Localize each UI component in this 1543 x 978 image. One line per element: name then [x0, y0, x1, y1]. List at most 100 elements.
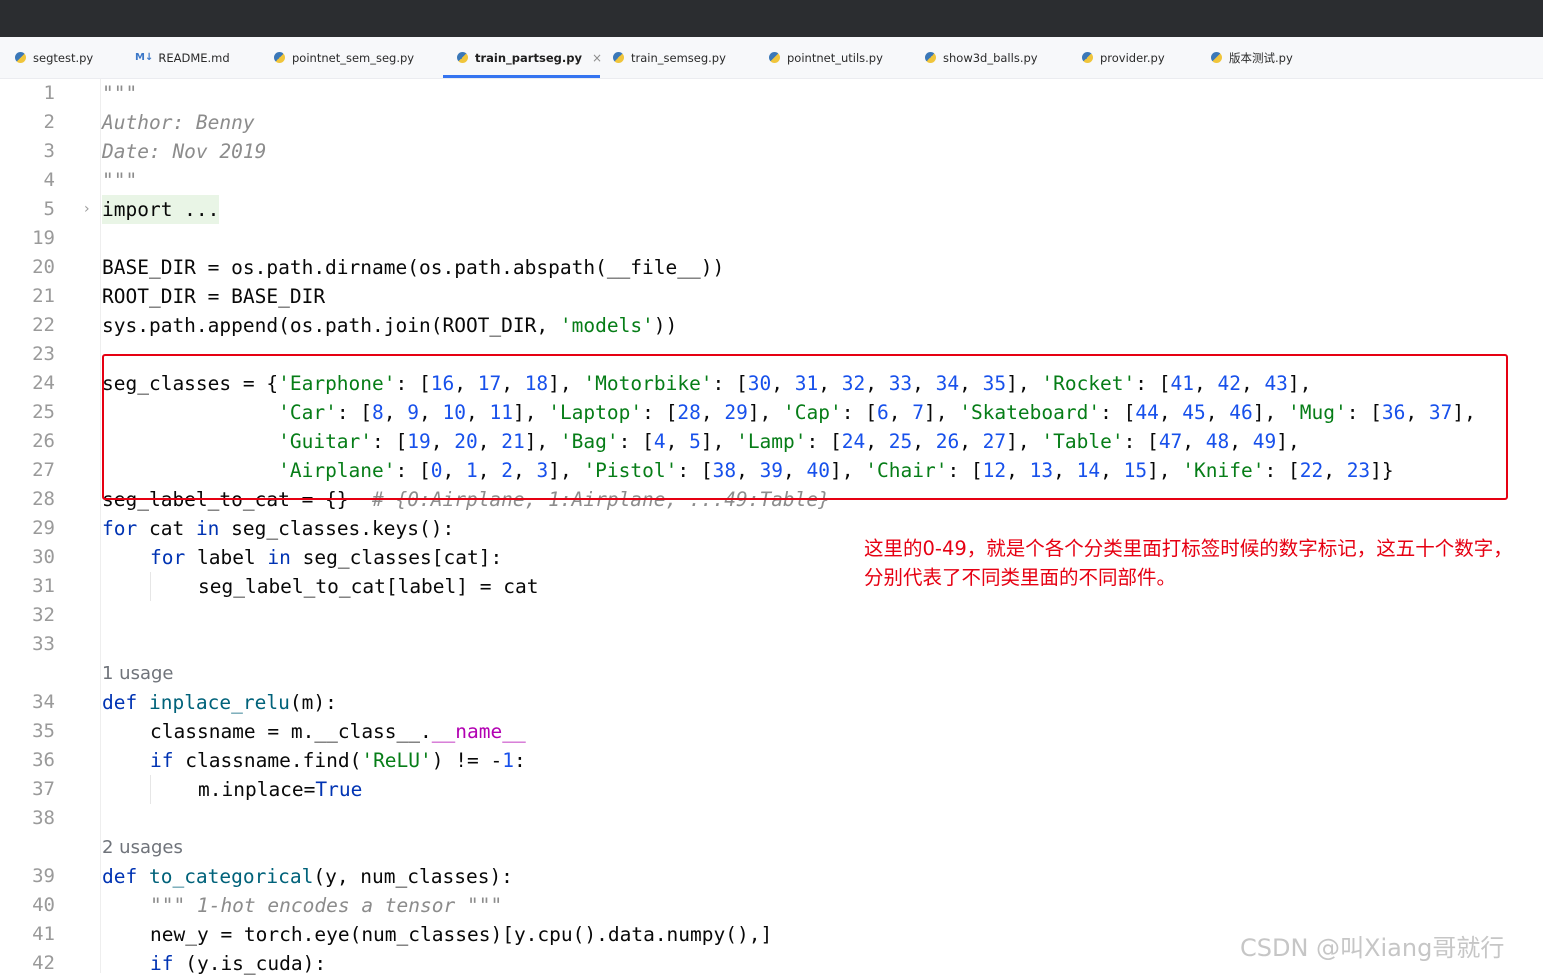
- code-text: new_y = torch.eye(num_classes)[y.cpu().d…: [150, 923, 773, 946]
- tab-segtest[interactable]: segtest.py: [15, 37, 93, 78]
- code-text: ROOT_DIR = BASE_DIR: [102, 285, 326, 308]
- code-text: Author: Benny: [102, 111, 255, 134]
- code-line: 40 """ 1-hot encodes a tensor """: [0, 891, 1543, 920]
- python-file-icon: [457, 52, 468, 63]
- code-line: 35 classname = m.__class__.__name__: [0, 717, 1543, 746]
- folded-imports[interactable]: import ...: [102, 195, 220, 224]
- line-number: 19: [32, 227, 55, 249]
- code-text: """: [102, 82, 138, 105]
- python-file-icon: [274, 52, 285, 63]
- code-line: 39 def to_categorical(y, num_classes):: [0, 862, 1543, 891]
- code-line: 21 ROOT_DIR = BASE_DIR: [0, 282, 1543, 311]
- code-line: 2 Author: Benny: [0, 108, 1543, 137]
- tab-pointnet-utils[interactable]: pointnet_utils.py: [769, 37, 883, 78]
- code-text: Date: Nov 2019: [102, 140, 267, 163]
- code-line: 22 sys.path.append(os.path.join(ROOT_DIR,…: [0, 311, 1543, 340]
- code-editor[interactable]: 1 """ 2 Author: Benny 3 Date: Nov 2019 4 """…: [0, 79, 1543, 975]
- code-text: def to_categorical(y, num_classes):: [102, 865, 513, 888]
- markdown-file-icon: M↓: [135, 52, 154, 63]
- python-file-icon: [15, 52, 26, 63]
- code-line: 3 Date: Nov 2019: [0, 137, 1543, 166]
- tab-train-semseg[interactable]: train_semseg.py: [613, 37, 726, 78]
- tab-label: 版本测试.py: [1229, 50, 1293, 65]
- line-number: 28: [32, 488, 55, 510]
- editor-tab-bar: segtest.py M↓ README.md pointnet_sem_seg.…: [0, 37, 1543, 79]
- line-number: 37: [32, 778, 55, 800]
- code-line: 34 def inplace_relu(m):: [0, 688, 1543, 717]
- line-number: 41: [32, 923, 55, 945]
- code-text: for cat in seg_classes.keys():: [102, 517, 455, 540]
- line-number: 27: [32, 459, 55, 481]
- tab-show3d-balls[interactable]: show3d_balls.py: [925, 37, 1038, 78]
- tab-label: segtest.py: [33, 50, 94, 65]
- code-text: sys.path.append(os.path.join(ROOT_DIR, '…: [102, 314, 678, 337]
- fold-arrow-icon[interactable]: ›: [84, 195, 90, 224]
- code-line: 33: [0, 630, 1543, 659]
- tab-label: train_partseg.py: [475, 50, 582, 65]
- tab-label: train_semseg.py: [631, 50, 726, 65]
- line-number: 20: [32, 256, 55, 278]
- tab-provider[interactable]: provider.py: [1082, 37, 1165, 78]
- tab-pointnet-sem-seg[interactable]: pointnet_sem_seg.py: [274, 37, 414, 78]
- code-text: """ 1-hot encodes a tensor """: [150, 894, 503, 917]
- tab-label: pointnet_utils.py: [787, 50, 883, 65]
- usage-hint[interactable]: 1 usage: [102, 659, 174, 688]
- usage-hint[interactable]: 2 usages: [102, 833, 183, 862]
- active-tab-indicator: [443, 75, 600, 78]
- code-text: BASE_DIR = os.path.dirname(os.path.abspa…: [102, 256, 725, 279]
- line-number: 5: [43, 198, 55, 220]
- tab-label: pointnet_sem_seg.py: [292, 50, 415, 65]
- tab-label: show3d_balls.py: [943, 50, 1038, 65]
- line-number: 25: [32, 401, 55, 423]
- indent-guide: [150, 775, 151, 804]
- line-number: 23: [32, 343, 55, 365]
- line-number: 35: [32, 720, 55, 742]
- line-number: 31: [32, 575, 55, 597]
- window-title-bar: [0, 0, 1543, 37]
- line-number: 1: [43, 82, 55, 104]
- code-text: if (y.is_cuda):: [150, 952, 327, 975]
- line-number: 26: [32, 430, 55, 452]
- indent-guide: [150, 572, 151, 601]
- line-number: 29: [32, 517, 55, 539]
- code-line: 36 if classname.find('ReLU') != -1:: [0, 746, 1543, 775]
- code-text: m.inplace=True: [198, 778, 363, 801]
- line-number: 40: [32, 894, 55, 916]
- highlight-box: [102, 354, 1508, 500]
- line-number: 3: [43, 140, 55, 162]
- tab-version-test[interactable]: 版本测试.py: [1211, 37, 1293, 78]
- tab-train-partseg[interactable]: train_partseg.py ×: [457, 37, 602, 78]
- annotation-note: 这里的0-49，就是个各个分类里面打标签时候的数字标记，这五十个数字，分别代表了…: [864, 537, 1513, 589]
- code-text: classname = m.__class__.__name__: [150, 720, 526, 743]
- line-number: 34: [32, 691, 55, 713]
- python-file-icon: [925, 52, 936, 63]
- code-line: 19: [0, 224, 1543, 253]
- code-line: 5 › import ...: [0, 195, 1543, 224]
- code-line: 20 BASE_DIR = os.path.dirname(os.path.abs…: [0, 253, 1543, 282]
- python-file-icon: [1211, 52, 1222, 63]
- line-number: 2: [43, 111, 55, 133]
- code-text: for label in seg_classes[cat]:: [150, 546, 503, 569]
- line-number: 21: [32, 285, 55, 307]
- code-text: if classname.find('ReLU') != -1:: [150, 749, 526, 772]
- line-number: 39: [32, 865, 55, 887]
- line-number: 32: [32, 604, 55, 626]
- watermark: CSDN @叫Xiang哥就行: [1240, 934, 1505, 962]
- python-file-icon: [613, 52, 624, 63]
- line-number: 33: [32, 633, 55, 655]
- line-number: 24: [32, 372, 55, 394]
- code-text: """: [102, 169, 138, 192]
- line-number: 22: [32, 314, 55, 336]
- tab-label: provider.py: [1100, 50, 1165, 65]
- code-text: def inplace_relu(m):: [102, 691, 337, 714]
- code-line: 4 """: [0, 166, 1543, 195]
- close-icon[interactable]: ×: [592, 51, 602, 65]
- code-line: 38: [0, 804, 1543, 833]
- tab-readme[interactable]: M↓ README.md: [135, 37, 230, 78]
- line-number: 36: [32, 749, 55, 771]
- line-number: 42: [32, 952, 55, 974]
- code-line: 37 m.inplace=True: [0, 775, 1543, 804]
- code-line: 1 """: [0, 79, 1543, 108]
- python-file-icon: [769, 52, 780, 63]
- line-number: 4: [43, 169, 55, 191]
